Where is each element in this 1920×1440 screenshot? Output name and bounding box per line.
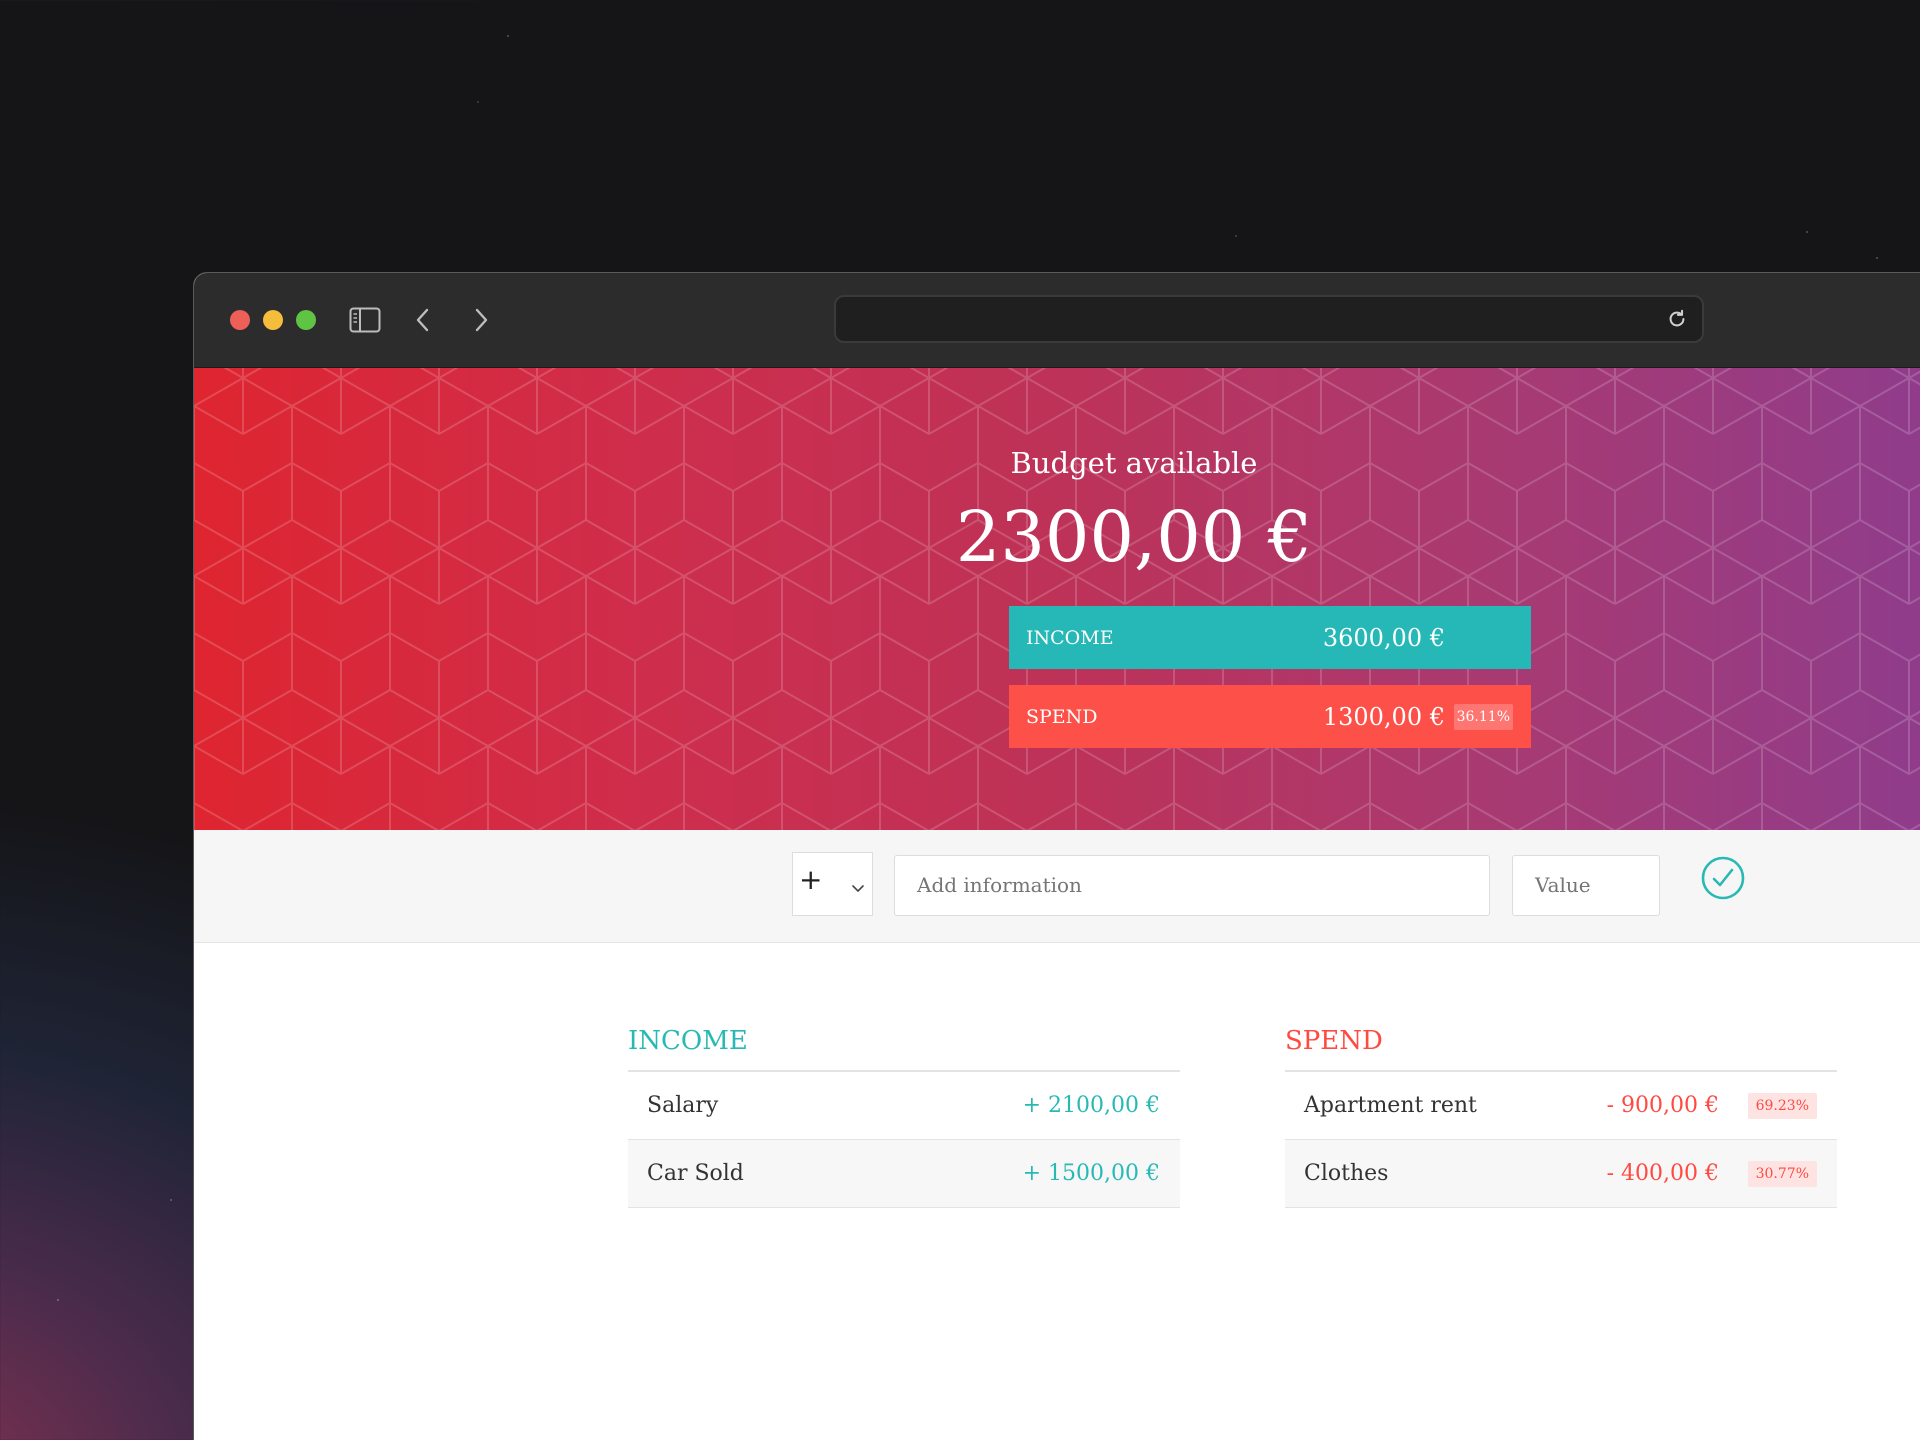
budget-header: Budget available 2300,00 € INCOME 3600,0…: [194, 368, 1920, 830]
income-list: INCOME Salary + 2100,00 € Car Sold + 150…: [628, 1018, 1180, 1208]
spend-summary: SPEND 1300,00 € 36.11%: [1009, 685, 1531, 748]
description-input[interactable]: Add information: [894, 855, 1490, 916]
sidebar-icon[interactable]: [348, 303, 382, 337]
spend-summary-value: 1300,00 €: [1322, 702, 1445, 731]
spend-row-value: - 900,00 €: [1606, 1093, 1719, 1118]
budget-amount: 2300,00 €: [955, 496, 1313, 578]
close-window-button[interactable]: [230, 310, 250, 330]
spend-row-percentage: 30.77%: [1747, 1160, 1817, 1187]
spend-row-clothes[interactable]: Clothes - 400,00 € 30.77%: [1285, 1140, 1837, 1208]
income-summary-label: INCOME: [1026, 626, 1114, 649]
spend-summary-label: SPEND: [1026, 705, 1098, 728]
type-select[interactable]: +: [792, 852, 873, 916]
spend-row-value: - 400,00 €: [1606, 1161, 1719, 1186]
chevron-down-icon: [851, 879, 865, 898]
spend-list-title: SPEND: [1285, 1018, 1837, 1072]
income-list-title: INCOME: [628, 1018, 1180, 1072]
reload-icon[interactable]: [1666, 308, 1690, 332]
income-summary-value: 3600,00 €: [1322, 623, 1445, 652]
minimize-window-button[interactable]: [263, 310, 283, 330]
address-bar[interactable]: [834, 295, 1704, 343]
add-entry-bar: + Add information Value: [194, 830, 1920, 943]
spend-row-apartment-rent[interactable]: Apartment rent - 900,00 € 69.23%: [1285, 1072, 1837, 1140]
spend-percentage-badge: 36.11%: [1453, 703, 1513, 730]
income-row-value: + 2100,00 €: [1022, 1093, 1160, 1118]
zoom-window-button[interactable]: [296, 310, 316, 330]
income-row-description: Salary: [647, 1093, 719, 1118]
browser-window: Budget available 2300,00 € INCOME 3600,0…: [193, 272, 1920, 1440]
value-input[interactable]: Value: [1512, 855, 1660, 916]
spend-row-description: Clothes: [1304, 1161, 1389, 1186]
income-row-description: Car Sold: [647, 1161, 744, 1186]
check-circle-icon[interactable]: [1700, 855, 1746, 901]
browser-toolbar: [194, 273, 1920, 368]
budget-title: Budget available: [1010, 446, 1258, 480]
hexagon-pattern: [194, 368, 1920, 830]
spend-row-description: Apartment rent: [1304, 1093, 1477, 1118]
chevron-right-icon[interactable]: [464, 303, 498, 337]
income-row-car-sold[interactable]: Car Sold + 1500,00 €: [628, 1140, 1180, 1208]
income-summary: INCOME 3600,00 €: [1009, 606, 1531, 669]
chevron-left-icon[interactable]: [406, 303, 440, 337]
income-row-value: + 1500,00 €: [1022, 1161, 1160, 1186]
spend-row-percentage: 69.23%: [1747, 1092, 1817, 1119]
type-select-value: +: [799, 863, 823, 896]
spend-list: SPEND Apartment rent - 900,00 € 69.23% C…: [1285, 1018, 1837, 1208]
income-row-salary[interactable]: Salary + 2100,00 €: [628, 1072, 1180, 1140]
